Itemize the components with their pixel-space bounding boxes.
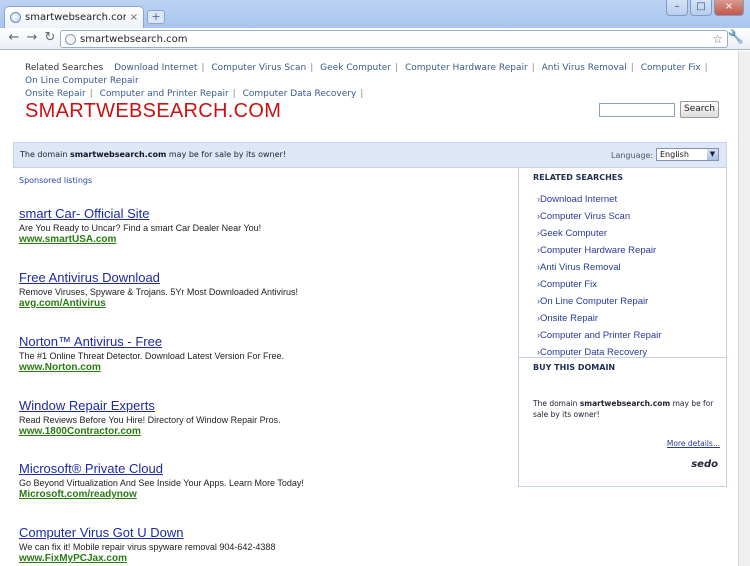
related-link[interactable]: Anti Virus Removal [542,63,627,73]
ad-title-link[interactable]: smart Car- Official Site [19,206,261,221]
related-link[interactable]: Computer Data Recovery [243,89,357,99]
sidebar: RELATED SEARCHES Download Internet Compu… [518,168,727,487]
sidebar-related-link[interactable]: Computer Fix [537,276,726,293]
related-link[interactable]: Computer Hardware Repair [405,63,528,73]
ad-listing: Norton™ Antivirus - Free The #1 Online T… [19,334,284,373]
forward-icon[interactable]: → [24,30,40,45]
sponsored-label[interactable]: Sponsored listings [19,176,92,185]
sidebar-related-link[interactable]: Computer Virus Scan [537,208,726,225]
ad-url-link[interactable]: avg.com/Antivirus [19,298,298,309]
related-link[interactable]: On Line Computer Repair [25,76,139,86]
maximize-button[interactable]: □ [690,0,712,16]
ad-title-link[interactable]: Norton™ Antivirus - Free [19,334,284,349]
ad-title-link[interactable]: Microsoft® Private Cloud [19,461,304,476]
browser-toolbar: ← → ↻ smartwebsearch.com ☆ 🔧 [0,28,750,50]
ad-description: Go Beyond Virtualization And See Inside … [19,478,304,488]
sedo-logo[interactable]: sedo [691,459,718,470]
search-button[interactable]: Search [680,101,719,118]
title-bar: smartwebsearch.com - smart × + – □ × [0,0,750,28]
sidebar-related-link[interactable]: Computer Hardware Repair [537,242,726,259]
domain-sale-bar: The domain smartwebsearch.com may be for… [13,142,727,168]
sidebar-related-link[interactable]: Download Internet [537,191,726,208]
scrollbar[interactable] [738,51,750,566]
sidebar-related-link[interactable]: Computer and Printer Repair [537,327,726,344]
domain-sale-notice: The domain smartwebsearch.com may be for… [20,150,287,159]
favicon-icon [10,12,21,23]
related-link[interactable]: Computer Virus Scan [211,63,306,73]
wrench-icon[interactable]: 🔧 [728,30,744,45]
browser-tab[interactable]: smartwebsearch.com - smart × [4,6,144,28]
bookmark-star-icon[interactable]: ☆ [712,32,723,46]
address-bar[interactable]: smartwebsearch.com ☆ [60,30,728,48]
sidebar-divider [519,357,726,358]
sidebar-related-link[interactable]: Computer Data Recovery [537,344,726,361]
ad-title-link[interactable]: Computer Virus Got U Down [19,525,275,540]
site-title: SMARTWEBSEARCH.COM [25,100,282,122]
sidebar-related-link[interactable]: Onsite Repair [537,310,726,327]
ad-listing: Microsoft® Private Cloud Go Beyond Virtu… [19,461,304,500]
ad-title-link[interactable]: Window Repair Experts [19,398,281,413]
reload-icon[interactable]: ↻ [42,30,58,45]
related-link[interactable]: Geek Computer [320,63,391,73]
ad-url-link[interactable]: Microsoft.com/readynow [19,489,304,500]
ad-description: The #1 Online Threat Detector. Download … [19,351,284,361]
ad-listing: smart Car- Official Site Are You Ready t… [19,206,261,245]
ad-url-link[interactable]: www.Norton.com [19,362,284,373]
new-tab-button[interactable]: + [147,10,165,24]
language-select[interactable]: English ▼ [656,148,719,161]
related-link[interactable]: Download Internet [114,63,197,73]
language-label: Language: [611,151,654,160]
close-window-button[interactable]: × [714,0,744,16]
sidebar-related-link[interactable]: Geek Computer [537,225,726,242]
ad-title-link[interactable]: Free Antivirus Download [19,270,298,285]
buy-domain-text: The domain smartwebsearch.com may be for… [533,399,714,419]
sidebar-related-list: Download Internet Computer Virus Scan Ge… [537,191,726,361]
buy-domain-name: smartwebsearch.com [579,399,671,408]
ad-url-link[interactable]: www.FixMyPCJax.com [19,553,275,564]
related-link[interactable]: Computer and Printer Repair [100,89,229,99]
search-input[interactable] [599,103,675,117]
ad-description: Read Reviews Before You Hire! Directory … [19,415,281,425]
chevron-down-icon[interactable]: ▼ [707,149,718,160]
address-text[interactable]: smartwebsearch.com [80,34,708,45]
back-icon[interactable]: ← [6,30,22,45]
ad-listing: Free Antivirus Download Remove Viruses, … [19,270,298,309]
page-icon [65,33,76,45]
related-searches-bar: Related Searches Download Internet | Comp… [25,63,708,99]
minimize-button[interactable]: – [666,0,688,16]
ad-description: We can fix it! Mobile repair virus spywa… [19,542,276,552]
sidebar-related-link[interactable]: On Line Computer Repair [537,293,726,310]
ad-url-link[interactable]: www.smartUSA.com [19,234,261,245]
tab-title: smartwebsearch.com - smart [25,12,126,23]
page-content: Related Searches Download Internet | Comp… [0,51,750,566]
related-link[interactable]: Onsite Repair [25,89,86,99]
ad-description: Remove Viruses, Spyware & Trojans. 5Yr M… [19,287,298,297]
ad-description: Are You Ready to Uncar? Find a smart Car… [19,223,262,233]
more-details-link[interactable]: More details... [667,439,720,448]
window-controls: – □ × [666,0,744,16]
ad-listing: Computer Virus Got U Down We can fix it!… [19,525,275,564]
domain-name: smartwebsearch.com [69,150,167,159]
related-link[interactable]: Computer Fix [641,63,701,73]
ad-url-link[interactable]: www.1800Contractor.com [19,426,281,437]
ad-listing: Window Repair Experts Read Reviews Befor… [19,398,281,437]
related-label: Related Searches [25,63,104,73]
sidebar-related-link[interactable]: Anti Virus Removal [537,259,726,276]
tab-close-icon[interactable]: × [130,12,138,23]
related-searches-heading: RELATED SEARCHES [533,173,624,182]
buy-domain-heading: BUY THIS DOMAIN [533,363,616,372]
